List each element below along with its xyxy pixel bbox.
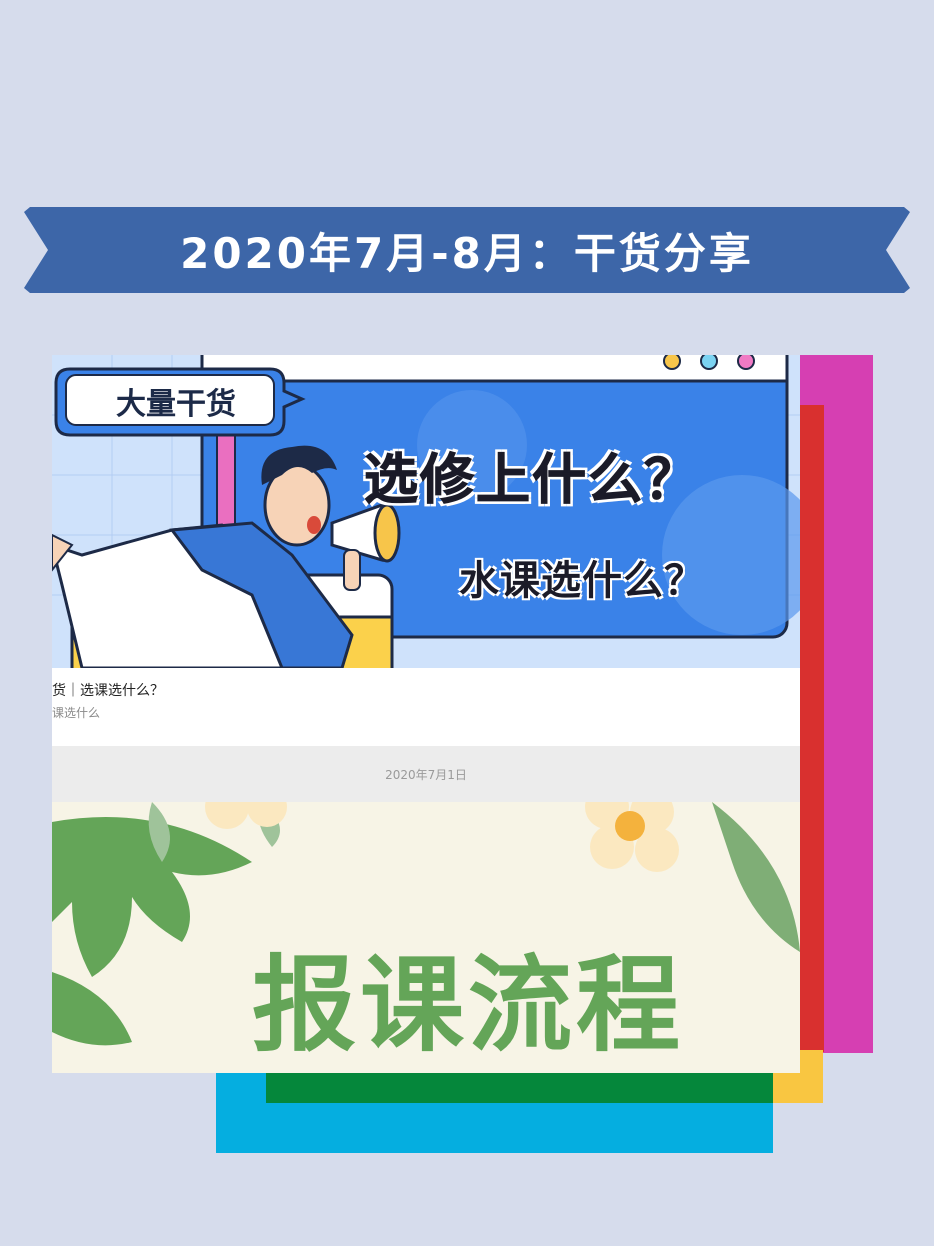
green-bar: [266, 1070, 773, 1103]
hero-subheadline: 水课选什么？: [459, 558, 705, 604]
red-bar: [800, 405, 824, 1052]
title-banner: 2020年7月-8月：干货分享: [24, 207, 910, 293]
article-card: 大量干货 选修上什么？ 水课选什么？ 货｜选课选什么？ 课选什么 2020年7月…: [52, 355, 800, 1073]
article-2-cover[interactable]: 报课流程: [52, 802, 800, 1073]
date-separator: 2020年7月1日: [52, 746, 800, 802]
yellow-dot-icon: [663, 355, 681, 370]
hero-tag: 大量干货: [116, 387, 236, 422]
hero-headline: 选修上什么？: [364, 448, 700, 512]
article-1-title: 货｜选课选什么？: [52, 683, 164, 699]
article-1-caption[interactable]: 货｜选课选什么？ 课选什么: [52, 668, 800, 746]
pink-dot-icon: [737, 355, 755, 370]
article-1-summary: 课选什么: [52, 706, 101, 720]
banner-title: 2020年7月-8月：干货分享: [180, 228, 754, 278]
article-2-title: 报课流程: [252, 944, 685, 1066]
cyan-dot-icon: [700, 355, 718, 370]
article-1-cover[interactable]: 大量干货 选修上什么？ 水课选什么？: [52, 355, 800, 668]
flower-icon: [585, 802, 679, 872]
date-label: 2020年7月1日: [385, 767, 467, 782]
